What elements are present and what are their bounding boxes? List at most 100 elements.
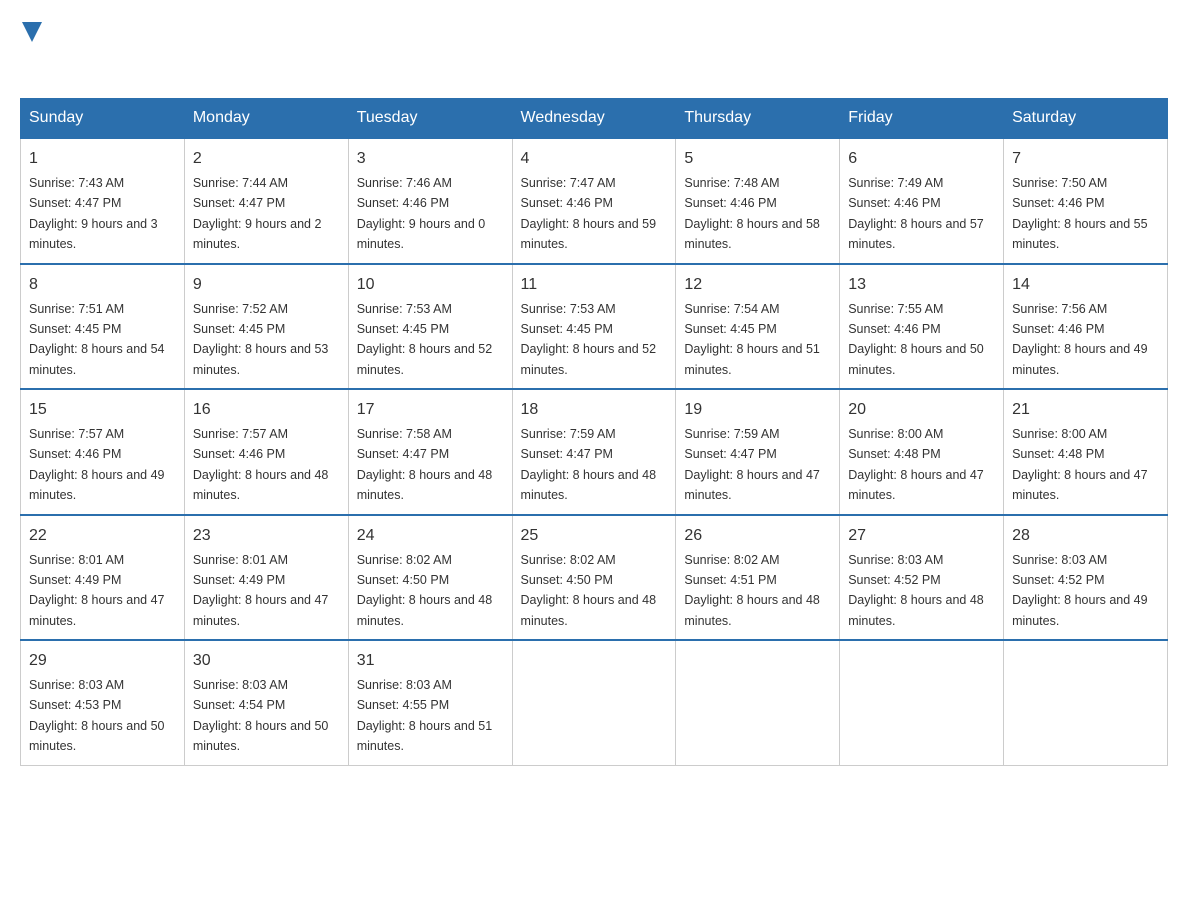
day-number: 24 bbox=[357, 524, 504, 548]
calendar-cell: 15Sunrise: 7:57 AMSunset: 4:46 PMDayligh… bbox=[21, 389, 185, 515]
day-info: Sunrise: 7:46 AMSunset: 4:46 PMDaylight:… bbox=[357, 176, 486, 251]
calendar-cell: 13Sunrise: 7:55 AMSunset: 4:46 PMDayligh… bbox=[840, 264, 1004, 390]
day-info: Sunrise: 8:02 AMSunset: 4:51 PMDaylight:… bbox=[684, 553, 820, 628]
calendar-cell: 14 Sunrise: 7:56 AMSunset: 4:46 PMDayligh… bbox=[1004, 264, 1168, 390]
day-info: Sunrise: 7:44 AMSunset: 4:47 PMDaylight:… bbox=[193, 176, 322, 251]
logo bbox=[20, 20, 42, 78]
day-number: 30 bbox=[193, 649, 340, 673]
day-number: 12 bbox=[684, 273, 831, 297]
calendar-cell: 3 Sunrise: 7:46 AMSunset: 4:46 PMDaylight… bbox=[348, 138, 512, 264]
logo-arrow-icon bbox=[22, 22, 42, 44]
day-number: 6 bbox=[848, 147, 995, 171]
day-number: 31 bbox=[357, 649, 504, 673]
calendar-cell bbox=[1004, 640, 1168, 765]
day-info: Sunrise: 8:03 AMSunset: 4:52 PMDaylight:… bbox=[848, 553, 984, 628]
calendar-cell: 17 Sunrise: 7:58 AMSunset: 4:47 PMDayligh… bbox=[348, 389, 512, 515]
day-info: Sunrise: 8:01 AMSunset: 4:49 PMDaylight:… bbox=[29, 553, 165, 628]
week-row-4: 22 Sunrise: 8:01 AMSunset: 4:49 PMDayligh… bbox=[21, 515, 1168, 641]
day-info: Sunrise: 7:58 AMSunset: 4:47 PMDaylight:… bbox=[357, 427, 493, 502]
day-number: 27 bbox=[848, 524, 995, 548]
day-info: Sunrise: 7:50 AMSunset: 4:46 PMDaylight:… bbox=[1012, 176, 1148, 251]
day-info: Sunrise: 7:54 AMSunset: 4:45 PMDaylight:… bbox=[684, 302, 820, 377]
calendar-cell: 18 Sunrise: 7:59 AMSunset: 4:47 PMDayligh… bbox=[512, 389, 676, 515]
calendar-cell: 11 Sunrise: 7:53 AMSunset: 4:45 PMDayligh… bbox=[512, 264, 676, 390]
calendar-cell bbox=[676, 640, 840, 765]
day-number: 2 bbox=[193, 147, 340, 171]
week-row-5: 29Sunrise: 8:03 AMSunset: 4:53 PMDayligh… bbox=[21, 640, 1168, 765]
day-info: Sunrise: 7:53 AMSunset: 4:45 PMDaylight:… bbox=[521, 302, 657, 377]
calendar-cell: 19 Sunrise: 7:59 AMSunset: 4:47 PMDayligh… bbox=[676, 389, 840, 515]
calendar-cell: 10 Sunrise: 7:53 AMSunset: 4:45 PMDayligh… bbox=[348, 264, 512, 390]
calendar-cell: 27 Sunrise: 8:03 AMSunset: 4:52 PMDayligh… bbox=[840, 515, 1004, 641]
day-info: Sunrise: 8:01 AMSunset: 4:49 PMDaylight:… bbox=[193, 553, 329, 628]
day-number: 8 bbox=[29, 273, 176, 297]
page-header bbox=[20, 20, 1168, 78]
calendar-cell: 29Sunrise: 8:03 AMSunset: 4:53 PMDayligh… bbox=[21, 640, 185, 765]
calendar-cell bbox=[512, 640, 676, 765]
calendar-cell: 4 Sunrise: 7:47 AMSunset: 4:46 PMDaylight… bbox=[512, 138, 676, 264]
calendar-cell: 12 Sunrise: 7:54 AMSunset: 4:45 PMDayligh… bbox=[676, 264, 840, 390]
day-number: 4 bbox=[521, 147, 668, 171]
day-number: 7 bbox=[1012, 147, 1159, 171]
weekday-header-friday: Friday bbox=[840, 99, 1004, 139]
calendar-cell: 5Sunrise: 7:48 AMSunset: 4:46 PMDaylight… bbox=[676, 138, 840, 264]
day-info: Sunrise: 7:56 AMSunset: 4:46 PMDaylight:… bbox=[1012, 302, 1148, 377]
calendar-cell: 25 Sunrise: 8:02 AMSunset: 4:50 PMDayligh… bbox=[512, 515, 676, 641]
day-number: 10 bbox=[357, 273, 504, 297]
day-number: 29 bbox=[29, 649, 176, 673]
calendar-cell: 24 Sunrise: 8:02 AMSunset: 4:50 PMDayligh… bbox=[348, 515, 512, 641]
day-number: 25 bbox=[521, 524, 668, 548]
day-number: 14 bbox=[1012, 273, 1159, 297]
weekday-header-row: SundayMondayTuesdayWednesdayThursdayFrid… bbox=[21, 99, 1168, 139]
day-info: Sunrise: 8:02 AMSunset: 4:50 PMDaylight:… bbox=[521, 553, 657, 628]
day-info: Sunrise: 8:03 AMSunset: 4:55 PMDaylight:… bbox=[357, 678, 493, 753]
week-row-3: 15 Sunrise: 7:57 AMSunset: 4:46 PMDayligh… bbox=[21, 389, 1168, 515]
day-info: Sunrise: 7:43 AMSunset: 4:47 PMDaylight:… bbox=[29, 176, 158, 251]
day-info: Sunrise: 8:02 AMSunset: 4:50 PMDaylight:… bbox=[357, 553, 493, 628]
day-number: 22 bbox=[29, 524, 176, 548]
week-row-2: 8 Sunrise: 7:51 AMSunset: 4:45 PMDaylight… bbox=[21, 264, 1168, 390]
weekday-header-sunday: Sunday bbox=[21, 99, 185, 139]
calendar-cell: 31 Sunrise: 8:03 AMSunset: 4:55 PMDayligh… bbox=[348, 640, 512, 765]
day-info: Sunrise: 7:53 AMSunset: 4:45 PMDaylight:… bbox=[357, 302, 493, 377]
calendar-cell: 28Sunrise: 8:03 AMSunset: 4:52 PMDayligh… bbox=[1004, 515, 1168, 641]
calendar-table: SundayMondayTuesdayWednesdayThursdayFrid… bbox=[20, 98, 1168, 766]
day-number: 1 bbox=[29, 147, 176, 171]
week-row-1: 1 Sunrise: 7:43 AMSunset: 4:47 PMDaylight… bbox=[21, 138, 1168, 264]
day-number: 20 bbox=[848, 398, 995, 422]
weekday-header-monday: Monday bbox=[184, 99, 348, 139]
day-number: 21 bbox=[1012, 398, 1159, 422]
day-info: Sunrise: 8:00 AMSunset: 4:48 PMDaylight:… bbox=[1012, 427, 1148, 502]
calendar-cell: 8 Sunrise: 7:51 AMSunset: 4:45 PMDaylight… bbox=[21, 264, 185, 390]
day-info: Sunrise: 7:49 AMSunset: 4:46 PMDaylight:… bbox=[848, 176, 984, 251]
day-number: 18 bbox=[521, 398, 668, 422]
day-number: 19 bbox=[684, 398, 831, 422]
calendar-cell: 16Sunrise: 7:57 AMSunset: 4:46 PMDayligh… bbox=[184, 389, 348, 515]
day-number: 9 bbox=[193, 273, 340, 297]
day-info: Sunrise: 7:47 AMSunset: 4:46 PMDaylight:… bbox=[521, 176, 657, 251]
day-info: Sunrise: 8:03 AMSunset: 4:52 PMDaylight:… bbox=[1012, 553, 1148, 628]
day-info: Sunrise: 8:03 AMSunset: 4:54 PMDaylight:… bbox=[193, 678, 329, 753]
calendar-cell: 20 Sunrise: 8:00 AMSunset: 4:48 PMDayligh… bbox=[840, 389, 1004, 515]
calendar-cell: 26 Sunrise: 8:02 AMSunset: 4:51 PMDayligh… bbox=[676, 515, 840, 641]
calendar-cell: 7 Sunrise: 7:50 AMSunset: 4:46 PMDaylight… bbox=[1004, 138, 1168, 264]
calendar-cell: 30 Sunrise: 8:03 AMSunset: 4:54 PMDayligh… bbox=[184, 640, 348, 765]
day-number: 3 bbox=[357, 147, 504, 171]
calendar-cell: 2 Sunrise: 7:44 AMSunset: 4:47 PMDaylight… bbox=[184, 138, 348, 264]
calendar-cell: 23Sunrise: 8:01 AMSunset: 4:49 PMDayligh… bbox=[184, 515, 348, 641]
day-number: 17 bbox=[357, 398, 504, 422]
day-info: Sunrise: 7:59 AMSunset: 4:47 PMDaylight:… bbox=[684, 427, 820, 502]
day-info: Sunrise: 7:57 AMSunset: 4:46 PMDaylight:… bbox=[193, 427, 329, 502]
day-number: 11 bbox=[521, 273, 668, 297]
weekday-header-thursday: Thursday bbox=[676, 99, 840, 139]
day-info: Sunrise: 7:48 AMSunset: 4:46 PMDaylight:… bbox=[684, 176, 820, 251]
day-number: 13 bbox=[848, 273, 995, 297]
calendar-cell bbox=[840, 640, 1004, 765]
day-info: Sunrise: 7:59 AMSunset: 4:47 PMDaylight:… bbox=[521, 427, 657, 502]
day-number: 15 bbox=[29, 398, 176, 422]
weekday-header-saturday: Saturday bbox=[1004, 99, 1168, 139]
day-number: 26 bbox=[684, 524, 831, 548]
weekday-header-tuesday: Tuesday bbox=[348, 99, 512, 139]
day-info: Sunrise: 7:51 AMSunset: 4:45 PMDaylight:… bbox=[29, 302, 165, 377]
day-info: Sunrise: 8:00 AMSunset: 4:48 PMDaylight:… bbox=[848, 427, 984, 502]
